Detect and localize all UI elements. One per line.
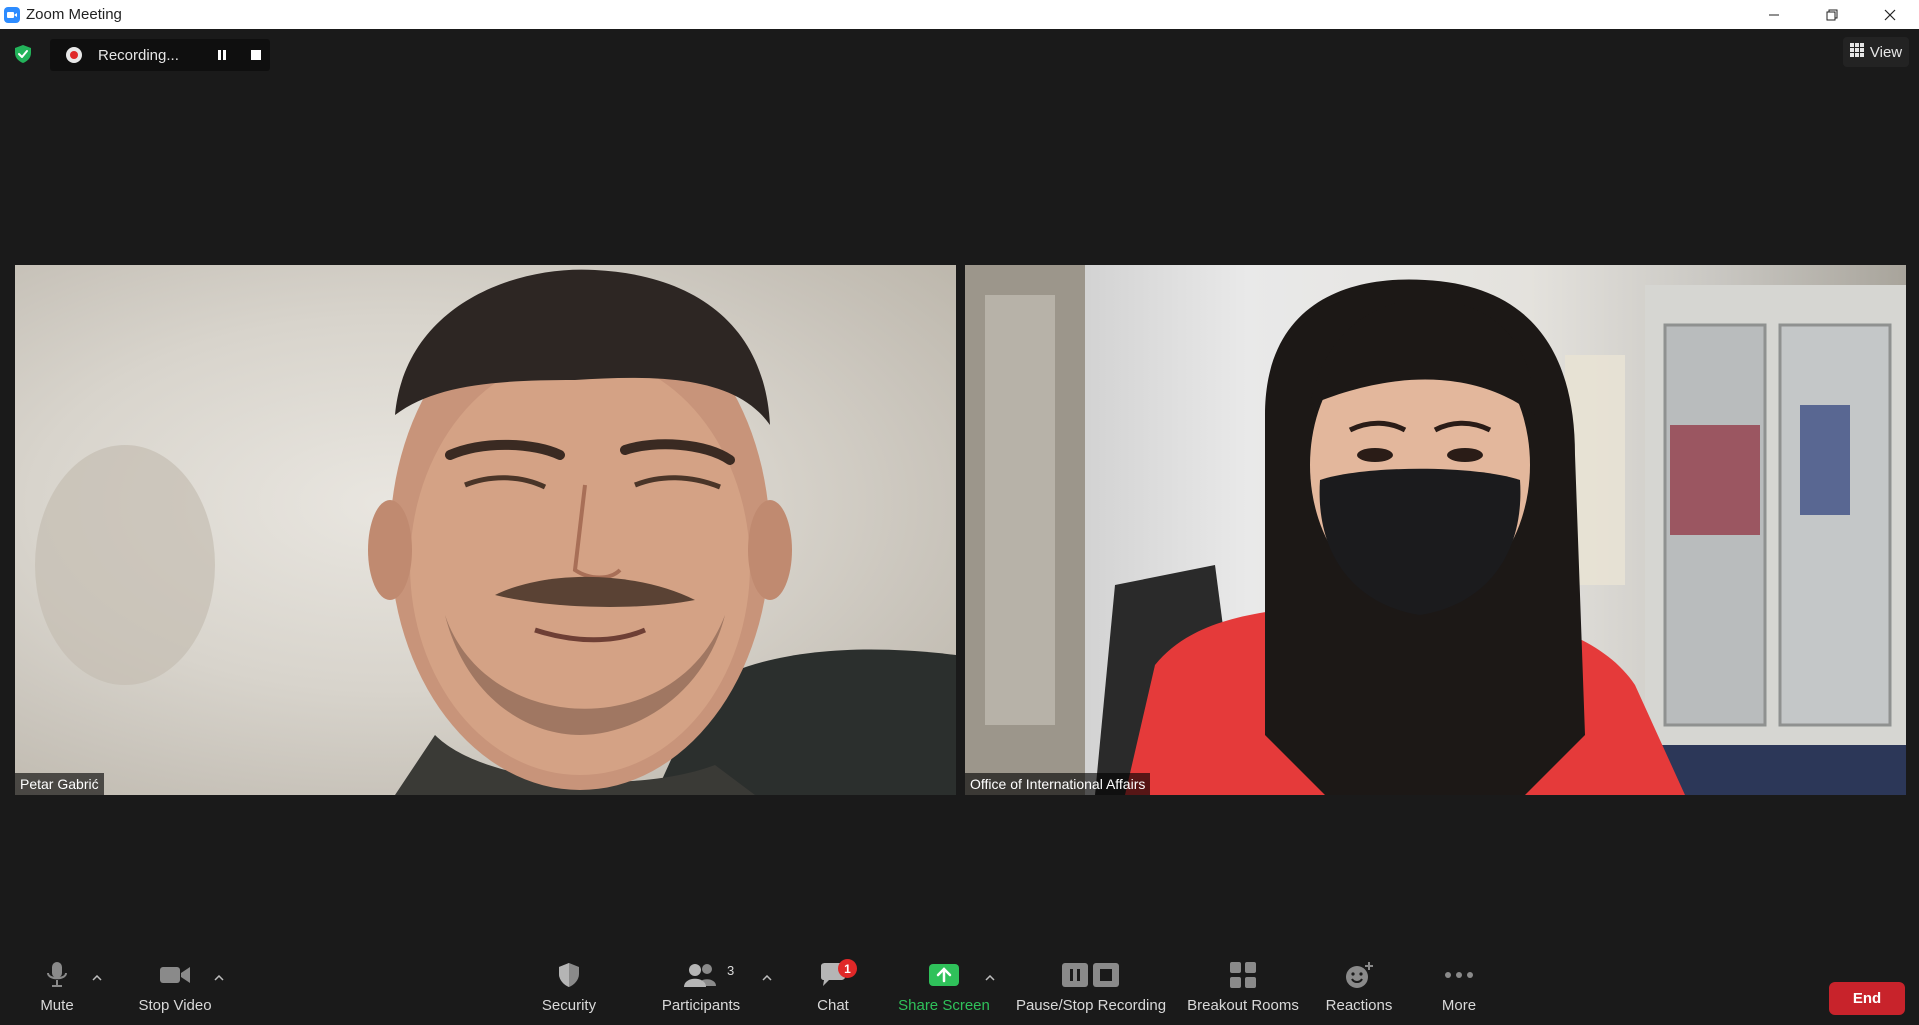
window-controls [1745,0,1919,29]
title-bar: Zoom Meeting [0,0,1919,29]
microphone-icon [46,955,68,995]
participants-count: 3 [727,963,735,978]
chat-label: Chat [817,997,849,1014]
restore-icon[interactable] [1803,0,1861,29]
more-button[interactable]: More [1436,955,1482,1025]
caret-up-icon[interactable] [760,971,774,985]
more-dots-icon [1444,955,1474,995]
view-button[interactable]: View [1843,37,1909,67]
video-tile-petar[interactable]: Petar Gabrić [15,265,956,795]
zoom-app-icon [4,6,20,23]
stop-video-label: Stop Video [138,997,212,1014]
share-screen-button[interactable]: Share Screen [897,955,991,1025]
reactions-icon [1344,955,1374,995]
shield-check-icon[interactable] [13,44,33,64]
meeting-toolbar: Mute Stop Video Security 3 Participants … [0,955,1919,1025]
minimize-icon[interactable] [1745,0,1803,29]
breakout-rooms-label: Breakout Rooms [1187,997,1299,1014]
security-button[interactable]: Security [538,955,600,1025]
pause-stop-recording-icon [1061,955,1121,995]
share-screen-icon [928,955,960,995]
chat-bubble-icon: 1 [818,955,857,995]
participant-name-tag: Office of International Affairs [965,773,1151,795]
participant-video-right [965,265,1906,795]
caret-up-icon[interactable] [983,971,997,985]
stop-video-button[interactable]: Stop Video [135,955,215,1025]
participant-name-tag: Petar Gabrić [15,773,104,795]
security-shield-icon [557,955,581,995]
record-dot-icon [66,47,82,63]
caret-up-icon[interactable] [90,971,104,985]
breakout-rooms-button[interactable]: Breakout Rooms [1185,955,1301,1025]
participants-button[interactable]: 3 Participants [660,955,742,1025]
video-tile-office[interactable]: Office of International Affairs [965,265,1906,795]
pause-icon[interactable] [208,41,236,69]
reactions-label: Reactions [1325,997,1393,1014]
mute-button[interactable]: Mute [38,955,76,1025]
chat-button[interactable]: 1 Chat [812,955,857,1025]
recording-status: Recording... [98,46,179,64]
recording-indicator: Recording... [50,39,270,71]
participants-icon: 3 [683,955,734,995]
participant-video-left [35,269,956,795]
stop-icon[interactable] [242,41,270,69]
reactions-button[interactable]: Reactions [1322,955,1396,1025]
participants-label: Participants [661,997,741,1014]
window-title: Zoom Meeting [26,6,122,23]
end-meeting-button[interactable]: End [1829,982,1905,1015]
more-label: More [1441,997,1477,1014]
chat-unread-badge: 1 [838,959,857,978]
caret-up-icon[interactable] [212,971,226,985]
breakout-rooms-icon [1229,955,1257,995]
view-label: View [1869,43,1903,61]
close-icon[interactable] [1861,0,1919,29]
grid-view-icon [1849,43,1864,61]
pause-stop-recording-label: Pause/Stop Recording [1015,997,1167,1014]
security-label: Security [541,997,597,1014]
pause-stop-recording-button[interactable]: Pause/Stop Recording [1015,955,1167,1025]
mute-label: Mute [40,997,74,1014]
video-camera-icon [159,955,191,995]
share-screen-label: Share Screen [898,997,990,1014]
